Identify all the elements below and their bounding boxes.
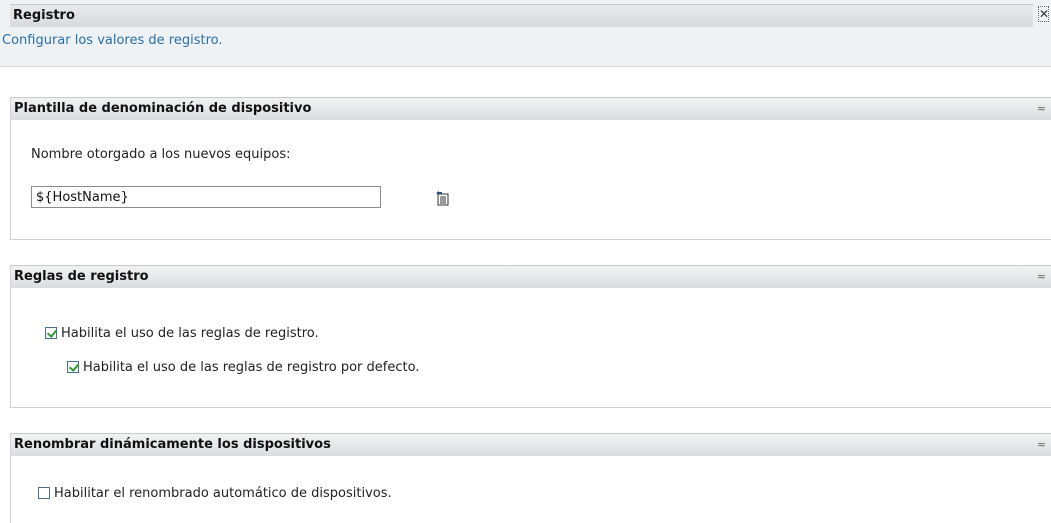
close-icon[interactable]: ✕ (1038, 6, 1049, 22)
enable-rules-label: Habilita el uso de las reglas de registr… (61, 326, 319, 341)
naming-label: Nombre otorgado a los nuevos equipos: (31, 147, 291, 162)
dynamic-rename-section: Renombrar dinámicamente los dispositivos… (10, 433, 1051, 523)
enable-rename-row[interactable]: Habilitar el renombrado automático de di… (38, 486, 392, 501)
enable-rename-label: Habilitar el renombrado automático de di… (54, 486, 392, 501)
dynamic-rename-title: Renombrar dinámicamente los dispositivos (14, 437, 331, 452)
registration-rules-title: Reglas de registro (14, 269, 149, 284)
insert-variable-icon[interactable] (435, 190, 449, 206)
registration-rules-section: Reglas de registro ≈ Habilita el uso de … (10, 265, 1051, 408)
collapse-icon[interactable]: ≈ (1037, 434, 1046, 456)
naming-template-title: Plantilla de denominación de dispositivo (14, 101, 312, 116)
naming-template-header[interactable]: Plantilla de denominación de dispositivo… (11, 97, 1051, 120)
enable-default-rules-row[interactable]: Habilita el uso de las reglas de registr… (67, 360, 419, 375)
page-title: Registro (10, 4, 1033, 27)
naming-template-section: Plantilla de denominación de dispositivo… (10, 97, 1051, 240)
page-header: Registro ✕ Configurar los valores de reg… (0, 0, 1051, 67)
collapse-icon[interactable]: ≈ (1037, 266, 1046, 288)
enable-rename-checkbox[interactable] (38, 487, 50, 499)
collapse-icon[interactable]: ≈ (1037, 98, 1046, 120)
dynamic-rename-header[interactable]: Renombrar dinámicamente los dispositivos… (11, 433, 1051, 456)
enable-default-rules-checkbox[interactable] (67, 361, 79, 373)
device-name-input[interactable] (31, 186, 381, 208)
enable-rules-checkbox[interactable] (45, 327, 57, 339)
page-subtitle: Configurar los valores de registro. (2, 33, 223, 48)
enable-default-rules-label: Habilita el uso de las reglas de registr… (83, 360, 420, 375)
registration-rules-header[interactable]: Reglas de registro ≈ (11, 265, 1051, 288)
enable-rules-row[interactable]: Habilita el uso de las reglas de registr… (45, 326, 319, 341)
